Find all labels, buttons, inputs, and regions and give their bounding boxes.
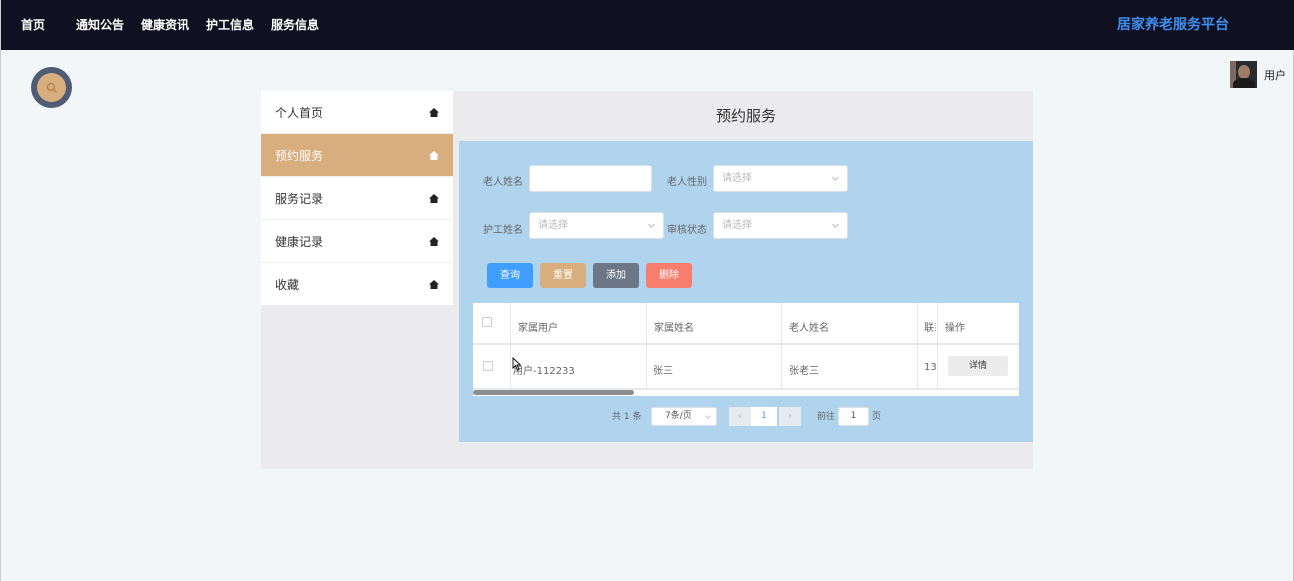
page-title: 预约服务: [715, 107, 776, 125]
header-family-name: 家属姓名: [654, 323, 694, 334]
detail-button[interactable]: 详情: [948, 356, 1008, 376]
cell-contact: 13: [924, 362, 936, 373]
elder-gender-label: 老人性别: [667, 177, 707, 188]
pagination-total: 共 1 条: [612, 412, 642, 422]
home-icon: [429, 237, 439, 246]
sidebar-item-label: 健康记录: [275, 234, 324, 249]
avatar: [1230, 61, 1257, 88]
content-container: 个人首页 预约服务 服务记录 健康记录 收藏 预约服务 老人姓名 老人性别 请选…: [261, 91, 1033, 469]
header-contact: 联系: [924, 323, 936, 334]
select-all-checkbox[interactable]: [482, 317, 492, 327]
nav-home[interactable]: 首页: [21, 16, 45, 33]
caregiver-label: 护工姓名: [483, 225, 523, 236]
search-icon: [46, 82, 57, 93]
mouse-cursor-icon: [512, 357, 522, 371]
header-actions: 操作: [945, 323, 965, 334]
horizontal-scrollbar[interactable]: [473, 390, 634, 395]
sidebar-item-label: 收藏: [275, 277, 300, 292]
goto-label: 前往: [817, 412, 836, 422]
home-icon: [429, 108, 439, 117]
chevron-down-icon: [705, 415, 711, 419]
sidebar-item-health-records[interactable]: 健康记录: [261, 220, 453, 263]
elder-name-label: 老人姓名: [483, 177, 523, 188]
booking-table: 家属用户 家属姓名 老人姓名 联系 操作 用户-112233 张三 张老三 13…: [473, 303, 1019, 396]
row-checkbox[interactable]: [483, 361, 493, 371]
sidebar-item-service-records[interactable]: 服务记录: [261, 177, 453, 220]
sidebar-item-home[interactable]: 个人首页: [261, 91, 453, 134]
sidebar-item-favorites[interactable]: 收藏: [261, 263, 453, 306]
search-button-inner: [37, 73, 66, 102]
next-page-button[interactable]: ›: [779, 407, 801, 426]
header-family-user: 家属用户: [518, 323, 558, 334]
elder-gender-placeholder: 请选择: [722, 173, 752, 184]
brand-title: 居家养老服务平台: [1117, 17, 1229, 33]
elder-gender-select[interactable]: 请选择: [713, 165, 848, 192]
nav-service-info[interactable]: 服务信息: [271, 16, 319, 33]
sidebar: 个人首页 预约服务 服务记录 健康记录 收藏: [261, 91, 453, 306]
caregiver-placeholder: 请选择: [538, 220, 568, 231]
review-status-placeholder: 请选择: [722, 220, 752, 231]
header-elder-name: 老人姓名: [789, 323, 829, 334]
cell-elder-name: 张老三: [789, 366, 819, 377]
review-status-select[interactable]: 请选择: [713, 212, 848, 239]
home-icon: [429, 194, 439, 203]
chevron-down-icon: [648, 223, 655, 228]
chevron-down-icon: [832, 223, 839, 228]
prev-page-button[interactable]: ‹: [729, 407, 751, 426]
main-area: 预约服务 老人姓名 老人性别 请选择 护工姓名 请选择 审核状态 请选择 查询: [459, 91, 1033, 442]
nav-notices[interactable]: 通知公告: [76, 16, 124, 33]
add-button[interactable]: 添加: [593, 263, 639, 288]
review-status-label: 审核状态: [667, 225, 707, 236]
nav-health-news[interactable]: 健康资讯: [141, 16, 189, 33]
sidebar-item-booking[interactable]: 预约服务: [261, 134, 453, 177]
page-number-current[interactable]: 1: [751, 407, 777, 426]
booking-panel: 老人姓名 老人性别 请选择 护工姓名 请选择 审核状态 请选择 查询 重置 添加: [459, 141, 1033, 442]
cell-family-name: 张三: [653, 366, 673, 377]
page-size-select[interactable]: 7条/页: [651, 407, 717, 426]
sidebar-item-label: 服务记录: [275, 191, 324, 206]
home-icon: [429, 280, 439, 289]
cell-family-user: 用户-112233: [513, 366, 575, 377]
delete-button[interactable]: 删除: [646, 263, 692, 288]
elder-name-input[interactable]: [529, 165, 652, 192]
user-menu[interactable]: 用户: [1230, 61, 1286, 88]
goto-page-input[interactable]: 1: [838, 407, 869, 426]
caregiver-select[interactable]: 请选择: [529, 212, 664, 239]
search-button[interactable]: [31, 67, 72, 108]
home-icon: [429, 151, 439, 160]
nav-caregiver-info[interactable]: 护工信息: [206, 16, 254, 33]
reset-button[interactable]: 重置: [540, 263, 586, 288]
chevron-down-icon: [832, 176, 839, 181]
top-nav: 首页 通知公告 健康资讯 护工信息 服务信息 居家养老服务平台: [1, 0, 1294, 50]
page-unit-label: 页: [872, 412, 882, 422]
sidebar-item-label: 个人首页: [275, 105, 324, 120]
query-button[interactable]: 查询: [487, 263, 533, 288]
sidebar-item-label: 预约服务: [275, 148, 324, 163]
page-size-value: 7条/页: [665, 411, 692, 421]
user-name: 用户: [1264, 68, 1286, 82]
